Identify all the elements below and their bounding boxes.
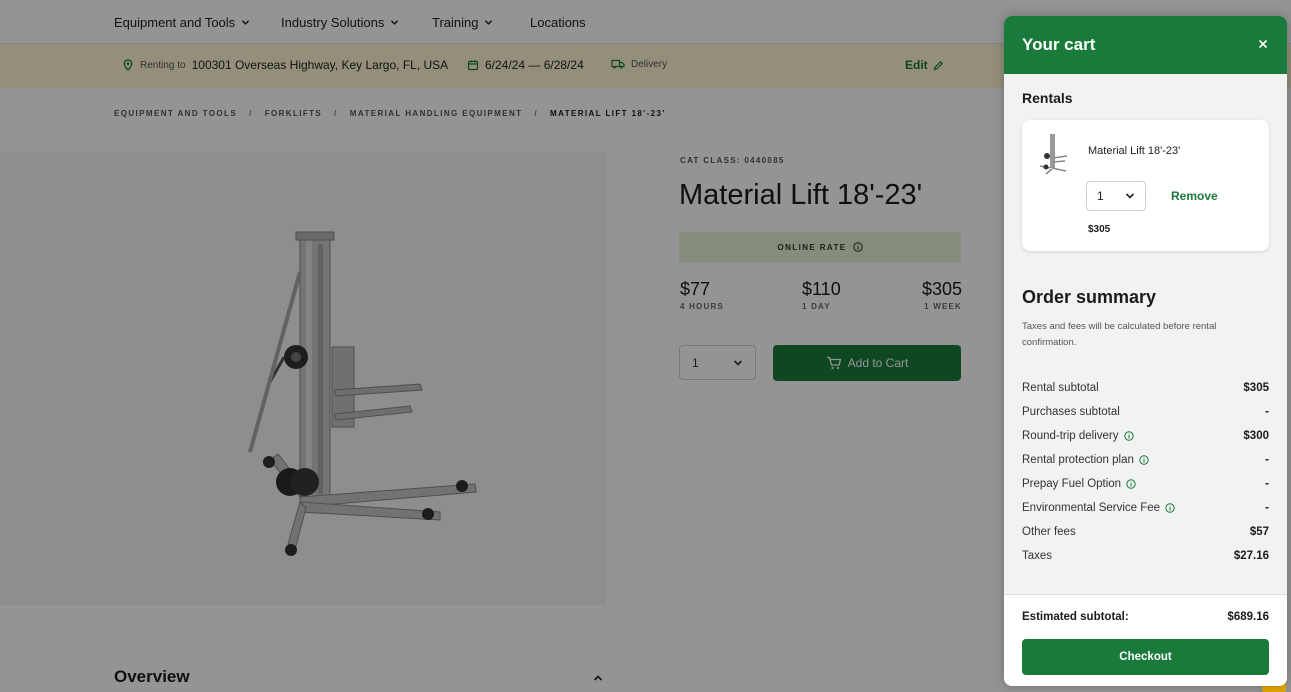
summary-label-group: Rental protection plan	[1022, 454, 1149, 466]
summary-label: Rental protection plan	[1022, 454, 1134, 466]
summary-row-round-trip-delivery: Round-trip delivery $300	[1022, 424, 1269, 448]
summary-row-purchases-subtotal: Purchases subtotal -	[1022, 400, 1269, 424]
summary-label: Rental subtotal	[1022, 382, 1099, 394]
summary-label-group: Environmental Service Fee	[1022, 502, 1175, 514]
summary-label: Taxes	[1022, 550, 1053, 562]
summary-value: $300	[1243, 430, 1269, 442]
info-icon[interactable]	[1126, 479, 1136, 489]
summary-label: Environmental Service Fee	[1022, 502, 1161, 514]
summary-value: -	[1265, 406, 1269, 418]
cart-item-thumbnail	[1039, 134, 1068, 175]
summary-row-taxes: Taxes $27.16	[1022, 544, 1269, 568]
rentals-heading: Rentals	[1022, 90, 1073, 106]
summary-row-prepay-fuel-option: Prepay Fuel Option -	[1022, 472, 1269, 496]
remove-item-button[interactable]: Remove	[1171, 189, 1218, 203]
summary-row-rental-protection-plan: Rental protection plan -	[1022, 448, 1269, 472]
order-summary-list: Rental subtotal $305 Purchases subtotal …	[1022, 376, 1269, 568]
summary-value: -	[1265, 454, 1269, 466]
cart-title: Your cart	[1022, 35, 1096, 54]
summary-label: Prepay Fuel Option	[1022, 478, 1122, 490]
info-icon[interactable]	[1165, 503, 1175, 513]
summary-value: $27.16	[1233, 550, 1269, 562]
summary-row-environmental-service-fee: Environmental Service Fee -	[1022, 496, 1269, 520]
summary-label-group: Round-trip delivery	[1022, 430, 1134, 442]
summary-value: $57	[1249, 526, 1269, 538]
summary-row-rental-subtotal: Rental subtotal $305	[1022, 376, 1269, 400]
chevron-down-icon	[1125, 193, 1135, 199]
info-icon[interactable]	[1123, 431, 1134, 441]
info-icon[interactable]	[1139, 455, 1149, 465]
cart-drawer: Your cart Rentals Material Lift 18'-23' …	[1004, 16, 1287, 686]
cart-item-price: $305	[1088, 224, 1111, 235]
summary-value: -	[1265, 478, 1269, 490]
summary-label-group: Prepay Fuel Option	[1022, 478, 1136, 490]
summary-label: Purchases subtotal	[1022, 406, 1120, 418]
summary-row-other-fees: Other fees $57	[1022, 520, 1269, 544]
summary-value: -	[1265, 502, 1269, 514]
cart-item-name: Material Lift 18'-23'	[1088, 145, 1181, 157]
cart-item-quantity: 1	[1097, 189, 1104, 203]
estimated-subtotal-value: $689.16	[1227, 611, 1269, 623]
estimated-subtotal-label: Estimated subtotal:	[1022, 611, 1129, 623]
close-icon[interactable]	[1256, 37, 1270, 51]
summary-label: Round-trip delivery	[1022, 430, 1119, 442]
order-summary-note: Taxes and fees will be calculated before…	[1022, 321, 1217, 348]
summary-label: Other fees	[1022, 526, 1076, 538]
cart-item-card: Material Lift 18'-23' 1 Remove $305	[1022, 120, 1269, 251]
order-summary-heading: Order summary	[1022, 287, 1157, 307]
cart-item-quantity-select[interactable]: 1	[1086, 181, 1146, 211]
cart-footer: Estimated subtotal: $689.16 Checkout	[1004, 594, 1287, 686]
summary-value: $305	[1243, 382, 1269, 394]
checkout-button[interactable]: Checkout	[1022, 639, 1269, 675]
cart-header: Your cart	[1004, 16, 1287, 74]
